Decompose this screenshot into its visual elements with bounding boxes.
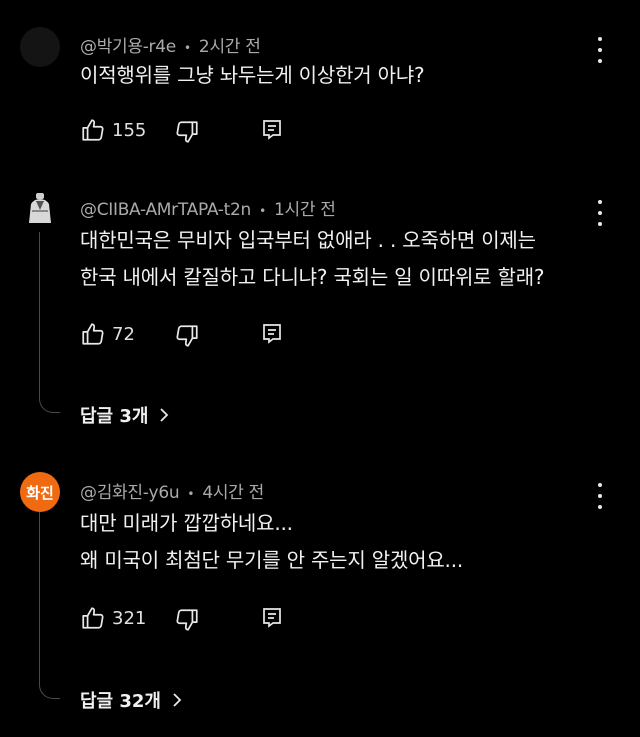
dislike-button[interactable] [174, 323, 200, 349]
more-options-icon[interactable] [590, 200, 610, 226]
view-replies-button[interactable]: 답글 32개 [80, 687, 183, 713]
avatar[interactable] [20, 188, 60, 228]
comment-line: 대만 미래가 깝깝하네요... [80, 511, 293, 535]
comment-line: 대한민국은 무비자 입국부터 없애라 . . 오죽하면 이제는 [80, 228, 536, 252]
comment-text: 대한민국은 무비자 입국부터 없애라 . . 오죽하면 이제는 한국 내에서 칼… [80, 222, 545, 296]
thread-line [39, 232, 60, 413]
comment-time[interactable]: 2시간 전 [199, 37, 261, 57]
replies-count: 답글 3개 [80, 406, 149, 427]
comment-meta: @CIIBA-AMrTAPA-t2n • 1시간 전 [80, 195, 336, 220]
reply-comment-icon [263, 120, 281, 140]
like-count: 321 [112, 607, 147, 629]
chevron-right-icon [173, 693, 182, 707]
meta-separator: • [184, 41, 191, 55]
thumbs-up-icon [82, 323, 104, 345]
comment-line: 한국 내에서 칼질하고 다니냐? 국회는 일 이따위로 할래? [80, 265, 545, 289]
avatar[interactable]: 화진 [20, 472, 60, 512]
like-button[interactable]: 321 [80, 605, 146, 631]
avatar-figure-icon [29, 193, 51, 223]
thumbs-up-icon [82, 607, 104, 629]
replies-count: 답글 32개 [80, 691, 161, 712]
more-options-icon[interactable] [590, 483, 610, 509]
comment-time[interactable]: 1시간 전 [274, 200, 336, 220]
meta-separator: • [187, 487, 195, 501]
author-name[interactable]: @박기용-r4e [80, 37, 176, 57]
chevron-right-icon [160, 408, 169, 422]
thumbs-up-icon [82, 119, 104, 141]
comment-meta: @박기용-r4e • 2시간 전 [80, 32, 261, 57]
thumbs-down-icon [176, 121, 198, 143]
comment-text: 대만 미래가 깝깝하네요... 왜 미국이 최첨단 무기를 안 주는지 알겠어요… [80, 505, 463, 579]
dislike-button[interactable] [174, 607, 200, 633]
author-name[interactable]: @김화진-y6u [80, 483, 180, 503]
meta-separator: • [259, 204, 266, 218]
comment-line: 이적행위를 그냥 놔두는게 이상한거 아냐? [80, 63, 425, 87]
reply-button[interactable] [260, 606, 284, 630]
view-replies-button[interactable]: 답글 3개 [80, 402, 170, 428]
like-count: 155 [112, 119, 147, 141]
like-count: 72 [112, 323, 135, 345]
avatar[interactable] [20, 27, 60, 67]
reply-comment-icon [263, 324, 281, 344]
thumbs-down-icon [176, 609, 198, 631]
thread-line [39, 512, 60, 699]
avatar-initials: 화진 [26, 483, 54, 502]
more-options-icon[interactable] [590, 37, 610, 63]
dislike-button[interactable] [174, 119, 200, 145]
comment-line: 왜 미국이 최첨단 무기를 안 주는지 알겠어요... [80, 548, 464, 572]
like-button[interactable]: 155 [80, 117, 146, 143]
author-name[interactable]: @CIIBA-AMrTAPA-t2n [80, 200, 251, 220]
comment-text: 이적행위를 그냥 놔두는게 이상한거 아냐? [80, 57, 425, 94]
reply-button[interactable] [260, 322, 284, 346]
thumbs-down-icon [176, 325, 198, 347]
like-button[interactable]: 72 [80, 321, 135, 347]
comment-time[interactable]: 4시간 전 [202, 483, 264, 503]
comment-meta: @김화진-y6u • 4시간 전 [80, 478, 264, 503]
reply-comment-icon [263, 608, 281, 628]
reply-button[interactable] [260, 118, 284, 142]
